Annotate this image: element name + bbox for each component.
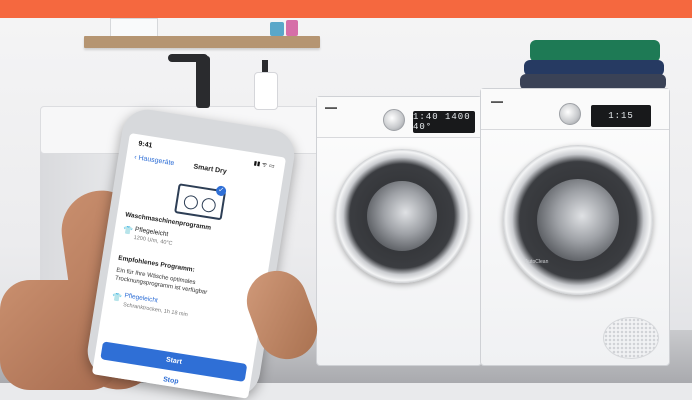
bottle-pink: [286, 20, 298, 36]
washer-drum: [367, 181, 437, 251]
back-button[interactable]: ‹ Hausgeräte: [134, 154, 175, 167]
bottle-blue: [270, 22, 284, 36]
dryer-vent-grille: [603, 317, 659, 359]
recommended-program-detail: Schranktrocken, 1h 18 min: [122, 302, 189, 319]
dryer-drum: [537, 179, 619, 261]
dryer-program-knob[interactable]: [559, 103, 581, 125]
status-time: 9:41: [137, 140, 153, 150]
shirt-icon: 👕: [111, 292, 123, 303]
dryer: ▬▬ 1:15 AutoClean: [480, 88, 670, 366]
dryer-display: 1:15: [591, 105, 651, 127]
washer-program-knob[interactable]: [383, 109, 405, 131]
dryer-door-label: AutoClean: [525, 259, 549, 265]
dryer-brand-logo: ▬▬: [491, 99, 503, 105]
soap-dispenser: [254, 72, 278, 110]
washing-machine: ▬▬ 1:40 1400 40°: [316, 96, 482, 366]
screen-title: Smart Dry: [192, 163, 228, 176]
dryer-door-icon: [200, 197, 217, 214]
app-screen: 9:41 ▮▮ ᯤ ▭ ‹ Hausgeräte Smart Dry ✓ Was…: [91, 132, 287, 399]
shirt-icon: 👕: [122, 225, 134, 236]
washer-display: 1:40 1400 40°: [413, 111, 475, 133]
top-banner: [0, 0, 692, 18]
folded-clothes-green: [530, 40, 660, 62]
washer-brand-logo: ▬▬: [325, 105, 337, 111]
shelf: [84, 36, 320, 48]
faucet-body: [196, 56, 210, 108]
washer-door-icon: [182, 194, 199, 211]
status-icons: ▮▮ ᯤ ▭: [253, 160, 275, 170]
